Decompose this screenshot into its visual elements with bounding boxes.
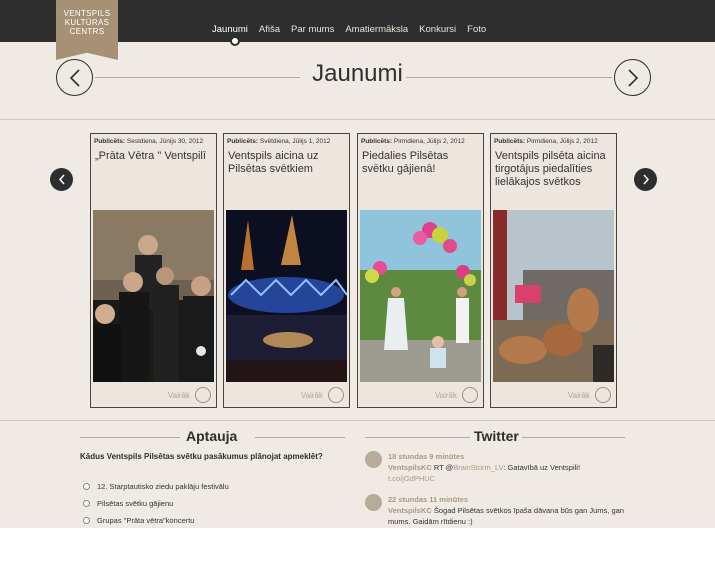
twitter-bird-icon [365,494,382,511]
page-bottom-margin [0,528,715,561]
page-title: Jaunumi [312,60,403,87]
news-photo-market[interactable] [493,210,614,382]
news-photo-band[interactable] [93,210,214,382]
twitter-heading: Twitter [474,428,519,444]
read-more-link[interactable]: Vairāk [435,391,457,400]
arrow-circle-icon[interactable] [328,387,344,403]
slider-next-button[interactable] [634,168,657,191]
read-more-link[interactable]: Vairāk [301,391,323,400]
nav-item-jaunumi[interactable]: Jaunumi [212,24,248,35]
divider [406,77,612,78]
tweet-time: 22 stundas 11 minūtes [388,495,469,504]
radio-button[interactable] [83,517,90,524]
news-card[interactable]: Publicēts: Pirmdiena, Jūlijs 2, 2012 Pie… [357,133,484,408]
poll-option[interactable]: 12. Starptautisko ziedu paklāju festivāl… [83,482,229,491]
news-card[interactable]: Publicēts: Svētdiena, Jūlijs 1, 2012 Ven… [223,133,350,408]
tweet-user[interactable]: VentspilsKC [388,506,432,515]
news-photo-fireworks[interactable] [226,210,347,382]
nav-item-foto[interactable]: Foto [467,24,486,35]
radio-button[interactable] [83,500,90,507]
divider [80,437,180,438]
card-date: Publicēts: Pirmdiena, Jūlijs 2, 2012 [494,138,598,145]
poll-heading: Aptauja [186,428,238,444]
site-logo[interactable]: VENTSPILS KULTŪRAS CENTRS [56,0,118,60]
poll-question: Kādus Ventspils Pilsētas svētku pasākumu… [80,452,323,461]
nav-item-konkursi[interactable]: Konkursi [419,24,456,35]
divider [522,437,625,438]
next-page-button[interactable] [614,59,651,96]
nav-item-par-mums[interactable]: Par mums [291,24,334,35]
slider-prev-button[interactable] [50,168,73,191]
card-title[interactable]: Ventspils pilsēta aicina tirgotājus pied… [491,145,616,207]
card-date: Publicēts: Svētdiena, Jūlijs 1, 2012 [227,138,331,145]
card-date: Publicēts: Sestdiena, Jūnijs 30, 2012 [94,138,204,145]
card-title[interactable]: „Prāta Vētra " Ventspilī [91,145,216,207]
read-more-link[interactable]: Vairāk [168,391,190,400]
chevron-right-icon [627,68,638,87]
news-photo-parade[interactable] [360,210,481,382]
tweet-time: 18 stundas 9 minūtes [388,452,465,461]
twitter-bird-icon [365,451,382,468]
active-nav-indicator [230,36,240,46]
chevron-left-icon [58,174,65,185]
radio-button[interactable] [83,483,90,490]
arrow-circle-icon[interactable] [595,387,611,403]
read-more-link[interactable]: Vairāk [568,391,590,400]
divider [365,437,470,438]
poll-option[interactable]: Grupas "Prāta vētra"koncertu [83,516,194,525]
logo-line: CENTRS [69,27,105,36]
arrow-circle-icon[interactable] [195,387,211,403]
main-nav: Jaunumi Afiša Par mums Amatiermāksla Kon… [212,24,497,35]
divider [255,437,345,438]
news-card[interactable]: Publicēts: Sestdiena, Jūnijs 30, 2012 „P… [90,133,217,408]
arrow-circle-icon[interactable] [462,387,478,403]
card-title[interactable]: Piedalies Pilsētas svētku gājienā! [358,145,483,207]
tweet-link[interactable]: t.co/jGdPHUC [388,474,435,483]
card-date: Publicēts: Pirmdiena, Jūlijs 2, 2012 [361,138,465,145]
tweet: 18 stundas 9 minūtes VentspilsKC RT @Bra… [365,451,628,484]
nav-item-amatiermaksla[interactable]: Amatiermāksla [345,24,408,35]
section-divider [0,119,715,120]
logo-line: VENTSPILS [63,9,111,18]
logo-line: KULTŪRAS [64,18,110,27]
nav-item-afisa[interactable]: Afiša [259,24,280,35]
news-card[interactable]: Publicēts: Pirmdiena, Jūlijs 2, 2012 Ven… [490,133,617,408]
card-title[interactable]: Ventspils aicina uz Pilsētas svētkiem [224,145,349,207]
chevron-right-icon [642,174,649,185]
tweet-user[interactable]: VentspilsKC [388,463,432,472]
tweet: 22 stundas 11 minūtes VentspilsKC Šogad … [365,494,628,527]
section-divider [0,420,715,421]
poll-option[interactable]: Pilsētas svētku gājienu [83,499,173,508]
tweet-mention[interactable]: BrainStorm_LV [453,463,503,472]
